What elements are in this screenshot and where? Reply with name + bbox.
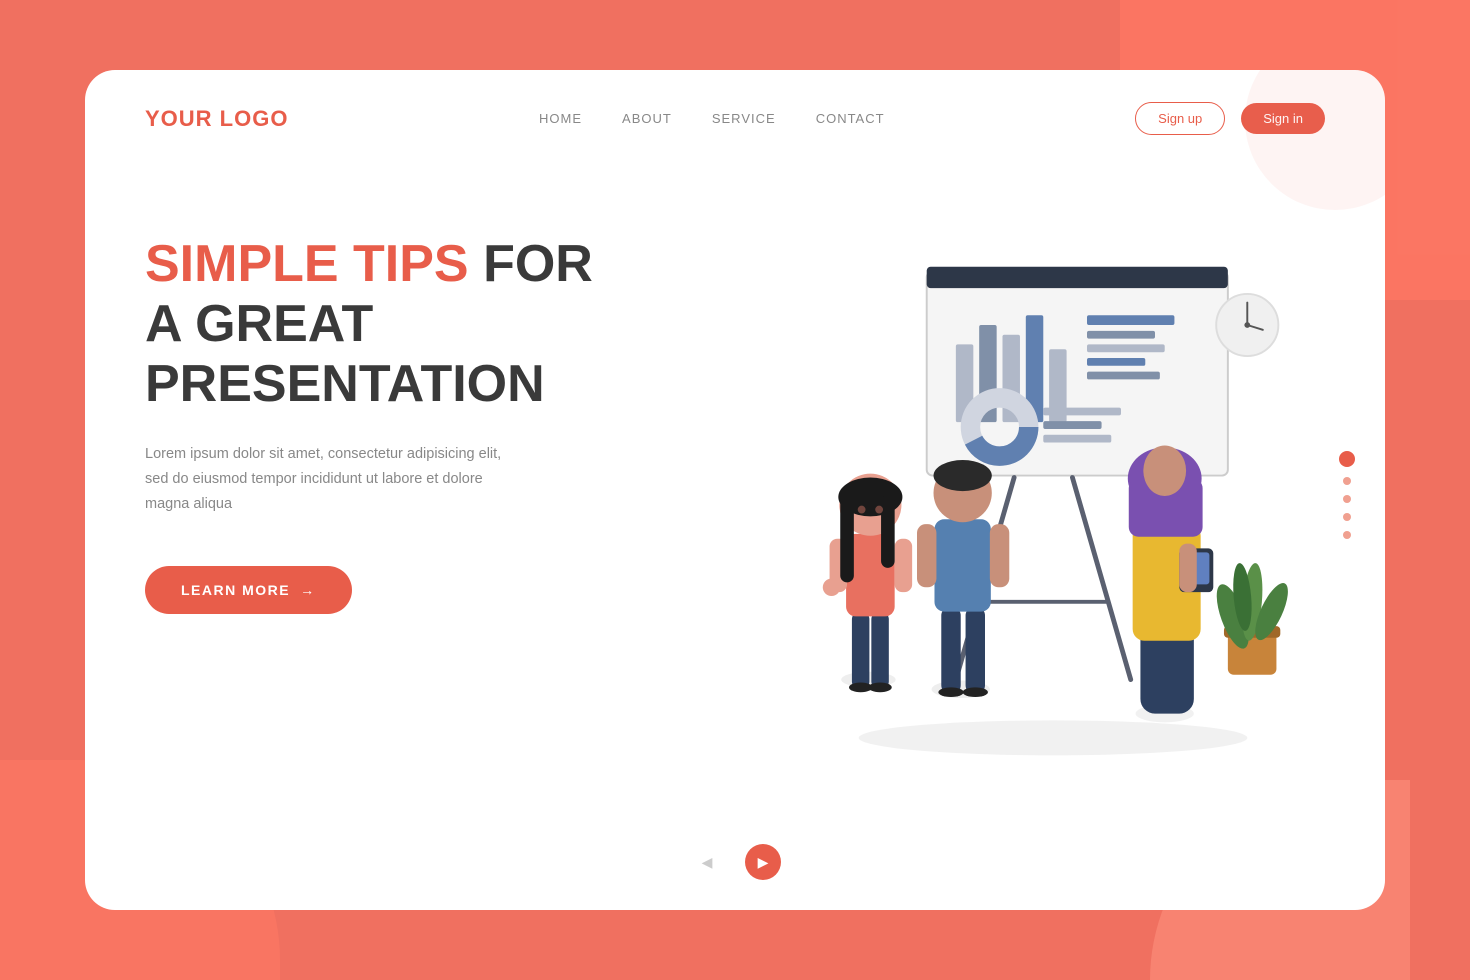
next-button[interactable]: ▶: [745, 844, 781, 880]
illustration-area: [645, 195, 1325, 795]
headline: SIMPLE TIPS FOR A GREAT PRESENTATION: [145, 235, 625, 414]
signup-button[interactable]: Sign up: [1135, 102, 1225, 135]
dot-3[interactable]: [1343, 495, 1351, 503]
headline-colored: SIMPLE TIPS: [145, 235, 469, 293]
main-card: YOUR LOGO HOME ABOUT SERVICE CONTACT Sig…: [85, 70, 1385, 910]
dot-1[interactable]: [1339, 451, 1355, 467]
illustration-svg: [645, 195, 1325, 795]
nav-service[interactable]: SERVICE: [712, 111, 776, 126]
dot-4[interactable]: [1343, 513, 1351, 521]
prev-button[interactable]: ◀: [689, 844, 725, 880]
left-section: SIMPLE TIPS FOR A GREAT PRESENTATION Lor…: [145, 195, 625, 614]
headline-dark-3: PRESENTATION: [145, 355, 545, 413]
dots-nav: [1339, 451, 1355, 539]
nav-about[interactable]: ABOUT: [622, 111, 672, 126]
nav-contact[interactable]: CONTACT: [816, 111, 885, 126]
arrow-icon: →: [300, 582, 316, 598]
dot-5[interactable]: [1343, 531, 1351, 539]
headline-dark-2: A GREAT: [145, 295, 373, 353]
dot-2[interactable]: [1343, 477, 1351, 485]
nav-links: HOME ABOUT SERVICE CONTACT: [539, 111, 885, 126]
nav-home[interactable]: HOME: [539, 111, 582, 126]
main-content: SIMPLE TIPS FOR A GREAT PRESENTATION Lor…: [85, 155, 1385, 895]
logo: YOUR LOGO: [145, 106, 288, 132]
headline-dark-1: FOR: [483, 235, 593, 293]
hero-description: Lorem ipsum dolor sit amet, consectetur …: [145, 442, 525, 516]
bottom-nav: ◀ ▶: [689, 844, 781, 880]
navbar: YOUR LOGO HOME ABOUT SERVICE CONTACT Sig…: [85, 70, 1385, 155]
learn-more-button[interactable]: LEARN MORE →: [145, 566, 352, 614]
learn-more-label: LEARN MORE: [181, 582, 290, 598]
